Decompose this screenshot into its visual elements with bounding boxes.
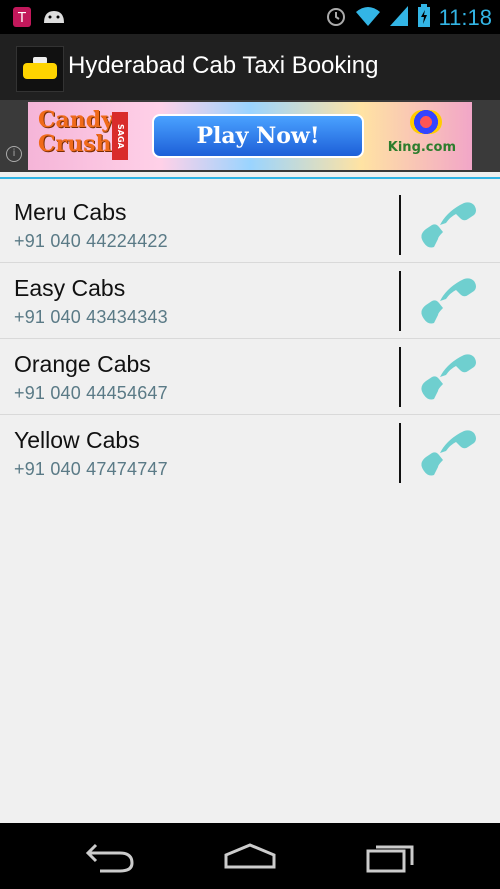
list-item[interactable]: Orange Cabs +91 040 44454647 xyxy=(0,339,500,415)
phone-icon xyxy=(421,278,476,324)
row-divider xyxy=(399,423,401,483)
cab-phone: +91 040 44224422 xyxy=(14,231,168,251)
ad-saga: SAGA xyxy=(112,112,128,160)
status-bar: T 11:18 xyxy=(0,0,500,34)
call-button[interactable] xyxy=(416,347,486,407)
phone-icon xyxy=(421,202,476,248)
home-icon xyxy=(224,843,276,869)
svg-text:T: T xyxy=(17,11,26,26)
call-button[interactable] xyxy=(416,271,486,331)
navigation-bar xyxy=(0,823,500,889)
wifi-icon xyxy=(355,5,381,31)
cab-name: Meru Cabs xyxy=(14,199,127,225)
cab-list: Meru Cabs +91 040 44224422 Easy Cabs +91… xyxy=(0,187,500,490)
row-divider xyxy=(399,271,401,331)
recent-apps-button[interactable] xyxy=(360,837,420,875)
cab-name: Yellow Cabs xyxy=(14,427,140,453)
back-icon xyxy=(85,843,134,873)
cab-phone: +91 040 44454647 xyxy=(14,383,168,403)
battery-icon xyxy=(417,4,431,32)
ad-play-button[interactable]: Play Now! xyxy=(152,114,364,158)
row-divider xyxy=(399,347,401,407)
list-item[interactable]: Yellow Cabs +91 040 47474747 xyxy=(0,415,500,490)
ad-container: Candy Crush SAGA Play Now! King.com i xyxy=(0,100,500,172)
phone-icon xyxy=(421,430,476,476)
cab-name: Easy Cabs xyxy=(14,275,126,301)
alarm-icon xyxy=(325,5,347,31)
phone-icon xyxy=(421,354,476,400)
app-icon xyxy=(16,46,64,92)
list-item[interactable]: Meru Cabs +91 040 44224422 xyxy=(0,187,500,263)
cab-name: Orange Cabs xyxy=(14,351,151,377)
signal-icon xyxy=(389,5,409,31)
home-button[interactable] xyxy=(220,837,280,875)
list-item[interactable]: Easy Cabs +91 040 43434343 xyxy=(0,263,500,339)
clock: 11:18 xyxy=(438,5,492,30)
recent-apps-icon xyxy=(366,845,414,873)
tmobile-icon: T xyxy=(12,6,32,32)
ad-brand: Candy Crush xyxy=(38,107,114,157)
accent-divider xyxy=(0,177,500,179)
cab-phone: +91 040 43434343 xyxy=(14,307,168,327)
back-button[interactable] xyxy=(80,837,140,875)
call-button[interactable] xyxy=(416,195,486,255)
android-icon xyxy=(42,7,66,31)
ad-info-icon[interactable]: i xyxy=(6,146,22,162)
ad-banner[interactable]: Candy Crush SAGA Play Now! King.com xyxy=(28,102,472,170)
action-bar: Hyderabad Cab Taxi Booking xyxy=(0,34,500,100)
row-divider xyxy=(399,195,401,255)
app-title: Hyderabad Cab Taxi Booking xyxy=(68,52,379,79)
cab-phone: +91 040 47474747 xyxy=(14,459,168,479)
call-button[interactable] xyxy=(416,423,486,483)
candy-icon xyxy=(410,110,442,134)
ad-advertiser: King.com xyxy=(387,140,456,155)
